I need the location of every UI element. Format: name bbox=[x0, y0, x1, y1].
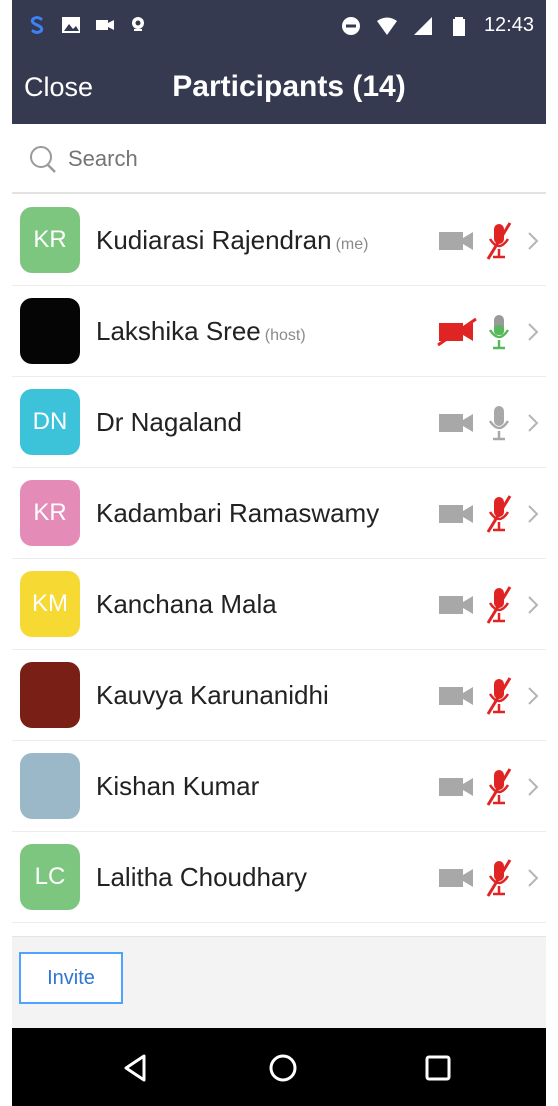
participant-name-line: Kanchana Mala bbox=[96, 589, 277, 620]
home-icon[interactable] bbox=[267, 1052, 299, 1084]
participant-row[interactable]: Lakshika Sree (host) bbox=[12, 286, 546, 377]
chevron-right-icon[interactable] bbox=[526, 594, 540, 616]
page-title: Participants (14) bbox=[172, 70, 406, 103]
recents-icon[interactable] bbox=[422, 1052, 454, 1084]
do-not-disturb-icon bbox=[341, 16, 360, 35]
participant-name: Kudiarasi Rajendran bbox=[96, 225, 332, 255]
mic-muted-icon bbox=[486, 677, 512, 715]
participant-row[interactable]: LC Lalitha Choudhary bbox=[12, 832, 546, 923]
mic-muted-icon bbox=[486, 222, 512, 260]
mic-muted-icon bbox=[486, 859, 512, 897]
participant-name: Lakshika Sree bbox=[96, 316, 261, 346]
invite-button[interactable]: Invite bbox=[19, 952, 123, 1004]
battery-icon bbox=[452, 16, 465, 36]
participant-status-icons bbox=[436, 676, 540, 716]
invite-bar: Invite bbox=[12, 936, 546, 1028]
wifi-icon bbox=[376, 17, 397, 35]
status-left-icons bbox=[26, 14, 150, 36]
video-icon bbox=[439, 414, 473, 432]
participant-status-icons bbox=[436, 858, 540, 898]
top-bar: 12:43 Close Participants (14) bbox=[12, 0, 546, 124]
video-icon bbox=[439, 778, 473, 796]
participant-name: Dr Nagaland bbox=[96, 407, 242, 437]
participant-role-tag: (me) bbox=[335, 236, 369, 253]
participant-row[interactable]: KM Kanchana Mala bbox=[12, 559, 546, 650]
participant-name: Kanchana Mala bbox=[96, 589, 277, 619]
microphone-icon bbox=[488, 315, 510, 350]
participant-row[interactable]: Kauvya Karunanidhi bbox=[12, 650, 546, 741]
mic-muted-icon bbox=[486, 495, 512, 533]
chevron-right-icon[interactable] bbox=[526, 685, 540, 707]
avatar bbox=[20, 298, 80, 364]
android-nav-bar bbox=[12, 1028, 546, 1106]
chevron-right-icon[interactable] bbox=[526, 867, 540, 889]
participant-name-line: Lakshika Sree (host) bbox=[96, 316, 306, 347]
search-bar bbox=[12, 124, 546, 194]
status-bar: 12:43 bbox=[12, 0, 546, 58]
chevron-right-icon[interactable] bbox=[526, 503, 540, 525]
participant-name: Kauvya Karunanidhi bbox=[96, 680, 329, 710]
participant-row[interactable]: Kishan Kumar bbox=[12, 741, 546, 832]
status-time: 12:43 bbox=[483, 14, 534, 36]
video-icon bbox=[439, 687, 473, 705]
skype-icon bbox=[30, 16, 44, 34]
participant-status-icons bbox=[436, 312, 540, 352]
participant-status-icons bbox=[436, 494, 540, 534]
participant-name-line: Lalitha Choudhary bbox=[96, 862, 307, 893]
participant-row[interactable]: KR Kadambari Ramaswamy bbox=[12, 468, 546, 559]
participant-name-line: Dr Nagaland bbox=[96, 407, 242, 438]
participant-row[interactable]: DN Dr Nagaland bbox=[12, 377, 546, 468]
participant-name-line: Kadambari Ramaswamy bbox=[96, 498, 379, 529]
mic-muted-icon bbox=[486, 586, 512, 624]
avatar bbox=[20, 753, 80, 819]
avatar: KM bbox=[20, 571, 80, 637]
video-icon bbox=[439, 869, 473, 887]
video-status-icon bbox=[96, 20, 114, 30]
back-icon[interactable] bbox=[120, 1052, 152, 1084]
video-icon bbox=[439, 505, 473, 523]
participant-name: Kishan Kumar bbox=[96, 771, 260, 801]
participant-list: KR Kudiarasi Rajendran (me) Lakshika Sree (h… bbox=[12, 195, 546, 923]
chevron-right-icon[interactable] bbox=[526, 412, 540, 434]
avatar: KR bbox=[20, 480, 80, 546]
participant-status-icons bbox=[436, 221, 540, 261]
participant-status-icons bbox=[436, 585, 540, 625]
participant-name-line: Kishan Kumar bbox=[96, 771, 259, 802]
video-icon bbox=[439, 232, 473, 250]
location-icon bbox=[132, 17, 144, 31]
avatar: DN bbox=[20, 389, 80, 455]
participant-name-line: Kudiarasi Rajendran (me) bbox=[96, 225, 368, 256]
participant-role-tag: (host) bbox=[264, 327, 306, 344]
image-icon bbox=[62, 17, 80, 33]
mic-muted-icon bbox=[486, 768, 512, 806]
search-input[interactable] bbox=[68, 142, 508, 176]
search-icon bbox=[30, 146, 56, 173]
chevron-right-icon[interactable] bbox=[526, 230, 540, 252]
video-off-icon bbox=[437, 317, 477, 347]
avatar: KR bbox=[20, 207, 80, 273]
video-icon bbox=[439, 596, 473, 614]
avatar bbox=[20, 662, 80, 728]
chevron-right-icon[interactable] bbox=[526, 321, 540, 343]
participant-status-icons bbox=[436, 767, 540, 807]
status-right-icons: 12:43 bbox=[340, 14, 534, 37]
participant-name: Lalitha Choudhary bbox=[96, 862, 308, 892]
avatar: LC bbox=[20, 844, 80, 910]
participant-name-line: Kauvya Karunanidhi bbox=[96, 680, 329, 711]
participant-row[interactable]: KR Kudiarasi Rajendran (me) bbox=[12, 195, 546, 286]
participant-status-icons bbox=[436, 403, 540, 443]
participant-name: Kadambari Ramaswamy bbox=[96, 498, 380, 528]
participants-header: Close Participants (14) bbox=[12, 58, 546, 124]
chevron-right-icon[interactable] bbox=[526, 776, 540, 798]
microphone-icon bbox=[488, 406, 510, 441]
signal-icon bbox=[413, 16, 432, 35]
